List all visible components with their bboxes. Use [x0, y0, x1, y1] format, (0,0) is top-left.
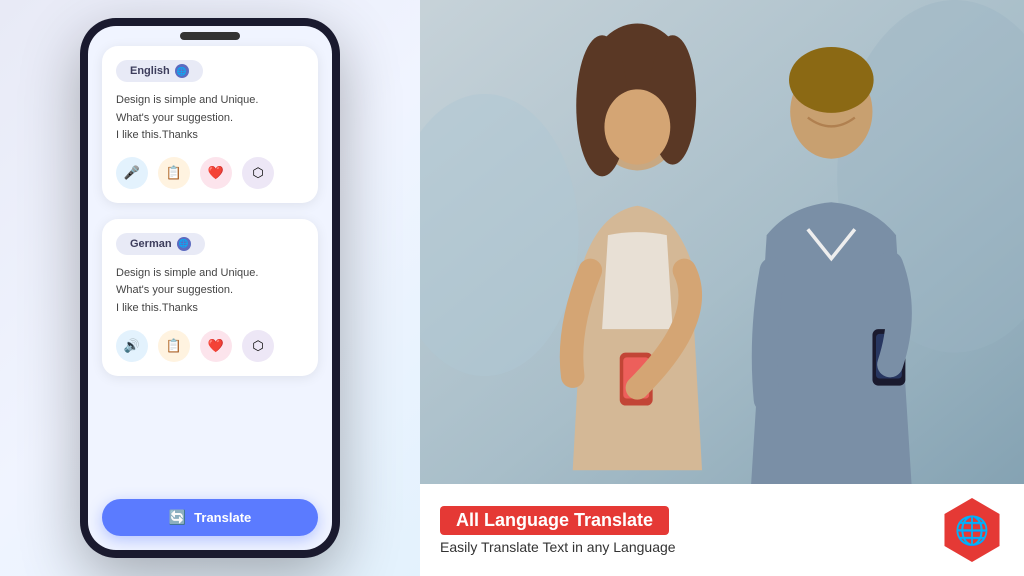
copy-button-source[interactable]: 📋 [158, 157, 190, 189]
phone-screen: English 🌐 Design is simple and Unique. W… [88, 26, 332, 550]
translate-icon: 🔄 [169, 509, 186, 526]
favorite-button-target[interactable]: ❤️ [200, 330, 232, 362]
left-panel: English 🌐 Design is simple and Unique. W… [0, 0, 420, 576]
photo-background: All Language Translate Easily Translate … [420, 0, 1024, 576]
share-button-target[interactable]: ⬡ [242, 330, 274, 362]
right-panel: All Language Translate Easily Translate … [420, 0, 1024, 576]
banner-subtitle: Easily Translate Text in any Language [440, 539, 940, 555]
favorite-button-source[interactable]: ❤️ [200, 157, 232, 189]
target-globe-icon: 🌐 [177, 237, 191, 251]
bottom-banner: All Language Translate Easily Translate … [420, 484, 1024, 576]
target-lang-label: German [130, 238, 172, 250]
source-lang-label: English [130, 65, 170, 77]
source-text: Design is simple and Unique. What's your… [116, 92, 304, 145]
target-text: Design is simple and Unique. What's your… [116, 265, 304, 318]
banner-logo-hexagon: 🌐 [940, 498, 1004, 562]
banner-globe-icon: 🌐 [955, 514, 990, 547]
source-action-buttons: 🎤 📋 ❤️ ⬡ [116, 157, 304, 189]
phone-mockup: English 🌐 Design is simple and Unique. W… [80, 18, 340, 558]
translate-button[interactable]: 🔄 Translate [102, 499, 318, 536]
translate-label: Translate [194, 510, 251, 525]
banner-title: All Language Translate [440, 506, 669, 535]
target-action-buttons: 🔊 📋 ❤️ ⬡ [116, 330, 304, 362]
share-button-source[interactable]: ⬡ [242, 157, 274, 189]
source-lang-selector[interactable]: English 🌐 [116, 60, 304, 82]
source-globe-icon: 🌐 [175, 64, 189, 78]
target-lang-selector[interactable]: German 🌐 [116, 233, 304, 255]
source-language-pill[interactable]: English 🌐 [116, 60, 203, 82]
copy-button-target[interactable]: 📋 [158, 330, 190, 362]
banner-content: All Language Translate Easily Translate … [440, 506, 940, 555]
target-language-pill[interactable]: German 🌐 [116, 233, 205, 255]
speaker-button[interactable]: 🔊 [116, 330, 148, 362]
source-card: English 🌐 Design is simple and Unique. W… [102, 46, 318, 203]
mic-button[interactable]: 🎤 [116, 157, 148, 189]
target-card: German 🌐 Design is simple and Unique. Wh… [102, 219, 318, 376]
